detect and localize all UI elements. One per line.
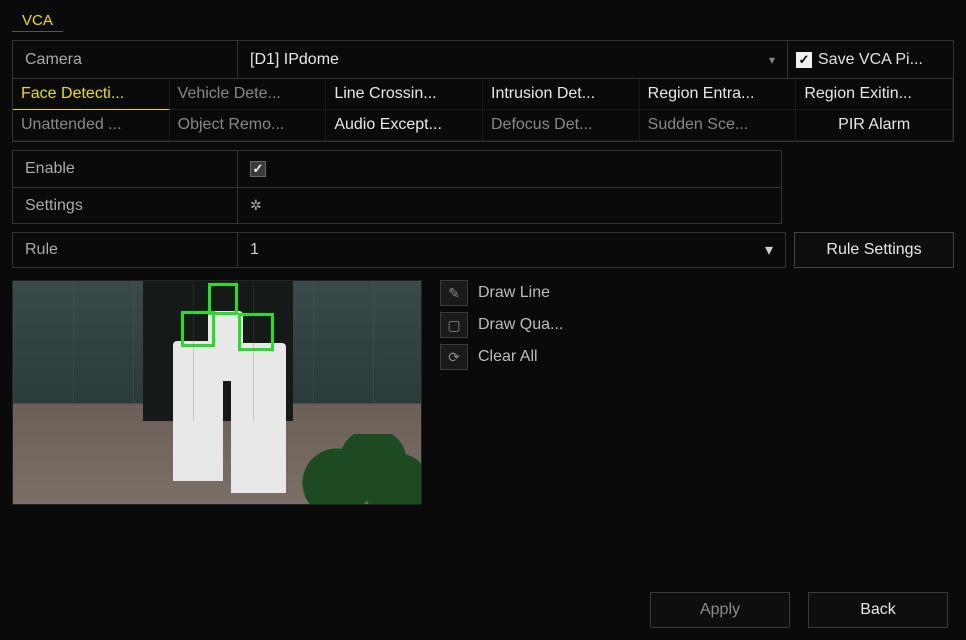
face-detection-box xyxy=(238,313,274,351)
camera-label: Camera xyxy=(13,41,238,78)
rule-left: Rule 1 ▾ xyxy=(12,232,786,268)
camera-selected-value: [D1] IPdome xyxy=(250,51,339,69)
tab-object-remo[interactable]: Object Remo... xyxy=(170,110,327,141)
chevron-down-icon: ▾ xyxy=(769,53,775,67)
save-vca-toggle[interactable]: ✓ Save VCA Pi... xyxy=(788,41,953,78)
chevron-down-icon: ▾ xyxy=(765,240,773,260)
pencil-icon: ✎ xyxy=(440,280,468,306)
settings-label: Settings xyxy=(13,188,238,223)
footer-buttons: Apply Back xyxy=(650,592,948,628)
settings-row: Settings ✲ xyxy=(13,187,781,223)
enable-row: Enable ✓ xyxy=(13,151,781,187)
clear-all-button[interactable]: ⟳ Clear All xyxy=(440,344,563,370)
apply-button[interactable]: Apply xyxy=(650,592,790,628)
person-silhouette xyxy=(231,343,286,493)
vca-tabs: Face Detecti...Vehicle Dete...Line Cross… xyxy=(13,79,953,141)
gear-icon[interactable]: ✲ xyxy=(250,197,262,214)
tab-defocus-det[interactable]: Defocus Det... xyxy=(483,110,640,141)
camera-row: Camera [D1] IPdome ▾ ✓ Save VCA Pi... xyxy=(13,41,953,79)
draw-tools: ✎ Draw Line ▢ Draw Qua... ⟳ Clear All xyxy=(440,280,563,505)
check-icon: ✓ xyxy=(796,52,812,68)
tab-face-detecti[interactable]: Face Detecti... xyxy=(13,79,170,110)
person-silhouette xyxy=(208,311,243,381)
tab-vehicle-dete[interactable]: Vehicle Dete... xyxy=(170,79,327,110)
rule-row: Rule 1 ▾ Rule Settings xyxy=(12,232,954,268)
camera-select[interactable]: [D1] IPdome ▾ xyxy=(238,41,788,78)
edit-square-icon: ▢ xyxy=(440,312,468,338)
page-title: VCA xyxy=(22,12,53,29)
config-panel: Camera [D1] IPdome ▾ ✓ Save VCA Pi... Fa… xyxy=(12,40,954,142)
tab-line-crossin[interactable]: Line Crossin... xyxy=(326,79,483,110)
tab-intrusion-det[interactable]: Intrusion Det... xyxy=(483,79,640,110)
tab-pir-alarm[interactable]: PIR Alarm xyxy=(796,110,953,141)
draw-quad-label: Draw Qua... xyxy=(478,316,563,334)
tab-sudden-sce[interactable]: Sudden Sce... xyxy=(640,110,797,141)
rule-settings-button[interactable]: Rule Settings xyxy=(794,232,954,268)
video-preview[interactable] xyxy=(12,280,422,505)
refresh-icon: ⟳ xyxy=(440,344,468,370)
draw-quad-button[interactable]: ▢ Draw Qua... xyxy=(440,312,563,338)
page-title-tab: VCA xyxy=(12,8,63,32)
face-detection-box xyxy=(181,311,215,347)
tab-region-entra[interactable]: Region Entra... xyxy=(640,79,797,110)
enable-checkbox[interactable]: ✓ xyxy=(250,161,266,177)
draw-line-label: Draw Line xyxy=(478,284,550,302)
rule-label: Rule xyxy=(13,233,238,267)
tab-unattended[interactable]: Unattended ... xyxy=(13,110,170,141)
face-detection-box xyxy=(208,283,238,315)
enable-label: Enable xyxy=(13,151,238,187)
rule-select[interactable]: 1 ▾ xyxy=(238,233,785,267)
person-silhouette xyxy=(173,341,223,481)
save-vca-label: Save VCA Pi... xyxy=(818,51,923,69)
back-button[interactable]: Back xyxy=(808,592,948,628)
enable-settings-block: Enable ✓ Settings ✲ xyxy=(12,150,782,224)
clear-all-label: Clear All xyxy=(478,348,538,366)
rule-selected-value: 1 xyxy=(250,241,259,259)
foliage-decoration xyxy=(301,434,421,504)
tab-region-exitin[interactable]: Region Exitin... xyxy=(796,79,953,110)
draw-line-button[interactable]: ✎ Draw Line xyxy=(440,280,563,306)
preview-area: ✎ Draw Line ▢ Draw Qua... ⟳ Clear All xyxy=(12,280,954,505)
tab-audio-except[interactable]: Audio Except... xyxy=(326,110,483,141)
